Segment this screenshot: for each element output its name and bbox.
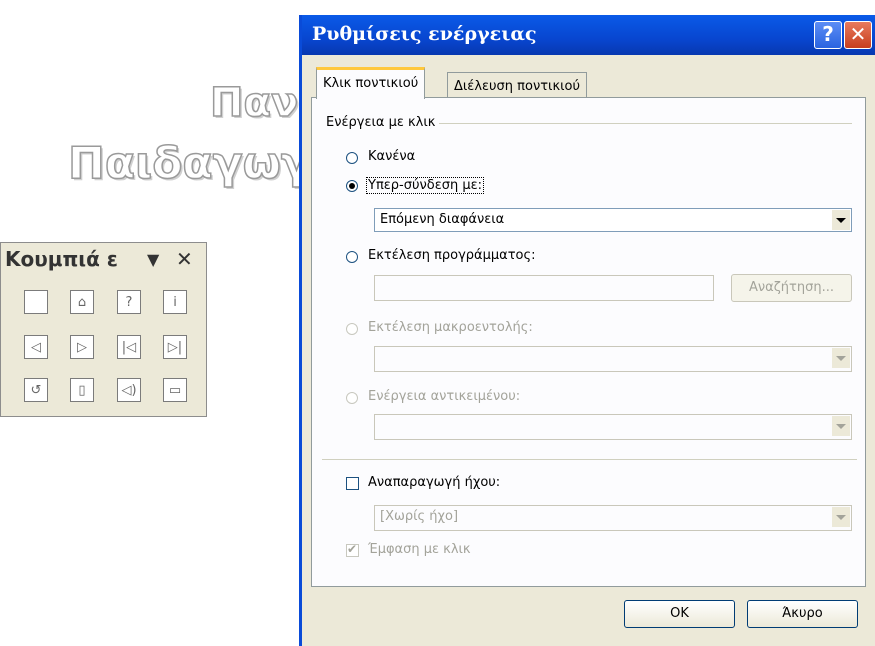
- toolbar-title[interactable]: Κουμπιά ε: [5, 247, 118, 271]
- chevron-down-icon: [836, 423, 846, 429]
- section-divider: [322, 459, 857, 460]
- return-icon: ↺: [30, 382, 42, 398]
- help-icon: ?: [125, 294, 133, 310]
- sound-select-value: [Χωρίς ήχο]: [380, 509, 459, 524]
- beginning-icon: |◁: [121, 339, 137, 355]
- information-action-button[interactable]: i: [163, 290, 187, 314]
- radio-object-action[interactable]: [346, 392, 358, 404]
- action-buttons-toolbar: Κουμπιά ε ▼ ✕ ⌂ ? i ◁ ▷ |◁ ▷| ↺ ▯ ◁) ▭: [0, 242, 207, 417]
- help-button[interactable]: ?: [814, 21, 842, 49]
- cancel-button[interactable]: Άκυρο: [747, 600, 858, 628]
- dialog-titlebar[interactable]: Ρυθμίσεις ενέργειας ? ✕: [302, 15, 875, 55]
- document-action-button[interactable]: ▯: [70, 378, 94, 402]
- close-icon: ✕: [849, 22, 867, 46]
- document-icon: ▯: [78, 382, 86, 398]
- run-program-path-input[interactable]: [374, 275, 714, 301]
- custom-action-button[interactable]: [24, 290, 48, 314]
- run-macro-select[interactable]: [374, 346, 852, 372]
- tab-mouse-over[interactable]: Διέλευση ποντικιού: [447, 72, 587, 100]
- radio-none-label[interactable]: Κανένα: [368, 149, 415, 164]
- play-sound-label[interactable]: Αναπαραγωγή ήχου:: [368, 475, 500, 490]
- end-action-button[interactable]: ▷|: [163, 335, 187, 359]
- sound-select[interactable]: [Χωρίς ήχο]: [374, 505, 852, 531]
- action-settings-dialog: Ρυθμίσεις ενέργειας ? ✕ Κλικ ποντικιού Δ…: [299, 15, 875, 646]
- group-label: Ενέργεια με κλικ: [326, 115, 440, 130]
- help-action-button[interactable]: ?: [117, 290, 141, 314]
- toolbar-options-dropdown-icon[interactable]: ▼: [147, 250, 159, 269]
- chevron-down-icon: [836, 217, 846, 223]
- ok-button[interactable]: OK: [624, 600, 735, 628]
- close-button[interactable]: ✕: [844, 21, 872, 49]
- question-mark-icon: ?: [822, 22, 834, 46]
- return-action-button[interactable]: ↺: [24, 378, 48, 402]
- sound-dropdown-button[interactable]: [832, 507, 850, 527]
- end-icon: ▷|: [167, 339, 183, 355]
- macro-dropdown-button[interactable]: [832, 348, 850, 368]
- beginning-action-button[interactable]: |◁: [117, 335, 141, 359]
- tab-panel: Ενέργεια με κλικ Κανένα Υπερ-σύνδεση με:…: [311, 97, 866, 587]
- movie-action-button[interactable]: ▭: [163, 378, 187, 402]
- radio-hyperlink-label[interactable]: Υπερ-σύνδεση με:: [366, 177, 485, 194]
- play-sound-checkbox[interactable]: [346, 477, 359, 490]
- sound-action-button[interactable]: ◁): [117, 378, 141, 402]
- browse-button[interactable]: Αναζήτηση...: [731, 274, 852, 302]
- chevron-down-icon: [836, 355, 846, 361]
- hyperlink-select[interactable]: Επόμενη διαφάνεια: [374, 208, 852, 232]
- tab-mouse-click[interactable]: Κλικ ποντικιού: [316, 67, 426, 99]
- hyperlink-select-value: Επόμενη διαφάνεια: [380, 212, 505, 227]
- radio-object-action-label: Ενέργεια αντικειμένου:: [368, 389, 521, 404]
- forward-icon: ▷: [77, 339, 87, 355]
- sound-icon: ◁): [121, 382, 137, 398]
- radio-run-macro[interactable]: [346, 323, 358, 335]
- radio-run-macro-label: Εκτέλεση μακροεντολής:: [368, 320, 533, 335]
- toolbar-close-icon[interactable]: ✕: [176, 247, 193, 271]
- information-icon: i: [173, 294, 177, 310]
- back-action-button[interactable]: ◁: [24, 335, 48, 359]
- object-action-select[interactable]: [374, 414, 852, 440]
- hyperlink-dropdown-button[interactable]: [832, 210, 850, 230]
- highlight-click-label: Έμφαση με κλικ: [368, 542, 471, 557]
- radio-run-program[interactable]: [346, 251, 358, 263]
- chevron-down-icon: [836, 514, 846, 520]
- home-action-button[interactable]: ⌂: [70, 290, 94, 314]
- radio-none[interactable]: [346, 152, 358, 164]
- movie-icon: ▭: [168, 382, 182, 398]
- dialog-title: Ρυθμίσεις ενέργειας: [312, 23, 537, 45]
- back-icon: ◁: [31, 339, 41, 355]
- radio-run-program-label[interactable]: Εκτέλεση προγράμματος:: [368, 248, 536, 263]
- home-icon: ⌂: [77, 294, 87, 310]
- highlight-click-checkbox[interactable]: [346, 542, 359, 557]
- group-divider: [432, 123, 852, 124]
- radio-hyperlink[interactable]: [346, 180, 358, 192]
- object-action-dropdown-button[interactable]: [832, 416, 850, 436]
- forward-action-button[interactable]: ▷: [70, 335, 94, 359]
